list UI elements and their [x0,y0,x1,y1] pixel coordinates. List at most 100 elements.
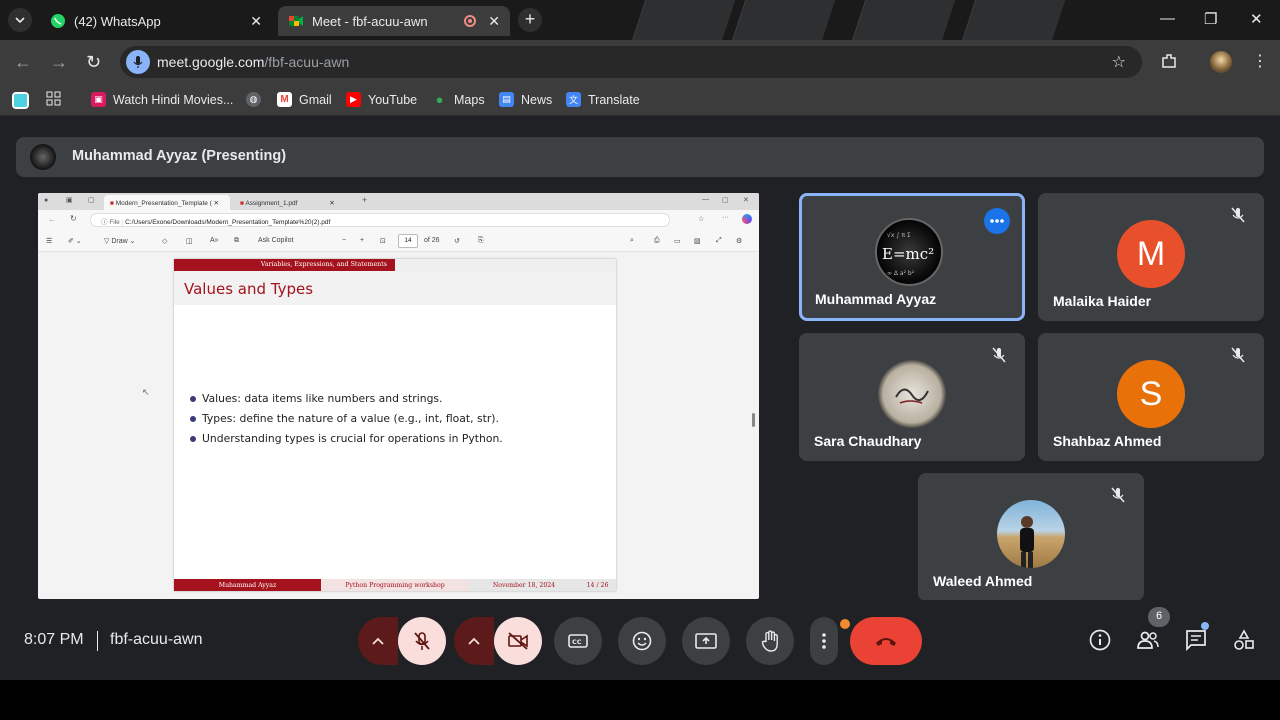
reload-icon[interactable]: ↻ [86,52,101,72]
call-end-icon [876,638,896,646]
present-screen-button[interactable] [682,617,730,665]
mic-off-icon [1228,205,1248,225]
participant-name: Sara Chaudhary [814,433,922,449]
bookmark-star-icon[interactable]: ☆ [1112,52,1126,72]
apps-grid-icon[interactable] [46,91,62,110]
profile-avatar[interactable] [1210,51,1232,73]
new-tab-button[interactable]: + [518,8,542,32]
clock: 8:07 PM [24,631,84,648]
minimize-icon[interactable]: — [1160,10,1175,27]
participant-tile-muhammad-ayyaz[interactable]: E=mc² √x ∫ π Σ ∞ Δ a² b² Muhammad Ayyaz [799,193,1025,321]
page-view-icon: ◫ [186,238,193,245]
tab-actions-icon: ▢ [88,197,95,204]
activities-button[interactable] [1224,620,1264,660]
back-arrow-icon[interactable]: ← [14,52,32,72]
app-icon[interactable] [12,92,29,109]
close-icon[interactable]: ✕ [488,13,500,30]
pdf-toolbar: ☰ ✐ ⌄ ▽ Draw ⌄ ◇ ◫ A» ⧉ Ask Copilot − + … [38,230,759,252]
bookmark-news[interactable]: ▤ News [499,92,552,107]
close-icon[interactable]: ✕ [250,13,262,30]
shared-address-box: ⓘ File | C:/Users/Exone/Downloads/Modern… [90,213,670,227]
globe-icon: ◍ [246,92,261,107]
bookmarks-bar: ▣ Watch Hindi Movies... ◍ M Gmail ▶ YouTube… [0,84,1280,116]
bookmark-maps[interactable]: ● Maps [432,92,485,107]
background-pattern [732,0,838,40]
leave-call-button[interactable] [850,617,922,665]
chevron-down-icon [15,17,25,23]
slide-title: Values and Types [184,280,314,298]
slide-section: Variables, Expressions, and Statements [174,259,395,271]
calligraphy-art [895,388,929,404]
participant-name: Muhammad Ayyaz [815,291,937,307]
chevron-up-icon [468,637,480,645]
more-options-button[interactable] [984,208,1010,234]
maps-icon: ● [435,92,444,107]
forward-arrow-icon[interactable]: → [50,52,68,72]
video-settings-button[interactable] [454,617,494,665]
whatsapp-icon [50,13,66,29]
shared-screen: ● ▣ ▢ ■ Modern_Presentation_Template ( ✕… [38,193,759,599]
participant-tile-sara-chaudhary[interactable]: Sara Chaudhary [799,333,1025,461]
slide-bullet: Types: define the nature of a value (e.g… [190,412,499,425]
audio-settings-button[interactable] [358,617,398,665]
tab-meet[interactable]: Meet - fbf-acuu-awn ✕ [278,6,510,36]
bookmark-translate[interactable]: 文 Translate [566,92,640,107]
reactions-button[interactable] [618,617,666,665]
more-vert-icon [822,633,826,649]
bookmark-label: YouTube [368,92,418,107]
footer-author: Muhammad Ayyaz [174,579,321,591]
mouse-cursor-icon: ↖ [142,387,150,397]
bookmark-gmail[interactable]: M Gmail [277,92,332,107]
shared-tab-presentation: ■ Modern_Presentation_Template ( ✕ [104,195,230,210]
close-window-icon[interactable]: ✕ [1250,10,1263,28]
svg-text:√x ∫ π Σ: √x ∫ π Σ [887,232,911,239]
minimize-icon: — [702,196,709,203]
highlight-icon: ✐ ⌄ [68,238,82,245]
browser-tab-strip: (42) WhatsApp ✕ Meet - fbf-acuu-awn ✕ + … [0,0,1280,40]
address-bar[interactable]: meet.google.com/fbf-acuu-awn ☆ [120,46,1142,78]
chat-button[interactable] [1176,620,1216,660]
restore-icon[interactable]: ❐ [1204,10,1217,28]
chevron-up-icon [372,637,384,645]
print-icon: ⎙ [654,237,660,244]
slide-bullet: Values: data items like numbers and stri… [189,392,443,405]
hand-icon [761,630,778,652]
participant-tile-waleed-ahmed[interactable]: Waleed Ahmed [918,473,1144,601]
participant-tile-shahbaz-ahmed[interactable]: S Shahbaz Ahmed [1038,333,1264,461]
zoom-out-icon: − [342,237,347,244]
more-options-button[interactable] [810,617,838,665]
mic-permission-icon[interactable] [126,50,150,74]
mic-toggle-button[interactable] [398,617,446,665]
meet-icon [288,13,304,29]
more-vert-icon[interactable]: ⋮ [1252,51,1268,71]
presenter-label: Muhammad Ayyaz (Presenting) [72,148,287,164]
participant-tile-malaika-haider[interactable]: M Malaika Haider [1038,193,1264,321]
emoji-icon [632,631,652,651]
extensions-icon[interactable] [1160,52,1178,75]
background-pattern [632,0,738,40]
shared-address-row: ← ↻ ⓘ File | C:/Users/Exone/Downloads/Mo… [38,210,759,230]
chat-icon [1186,630,1206,651]
bookmark-label: Watch Hindi Movies... [113,92,234,107]
tab-title: Meet - fbf-acuu-awn [312,13,428,29]
tab-whatsapp[interactable]: (42) WhatsApp ✕ [40,6,272,36]
more-horiz-icon [990,219,1004,223]
people-button[interactable] [1128,620,1168,660]
bookmark-watch-hindi[interactable]: ▣ Watch Hindi Movies... [91,92,233,107]
tab-search-button[interactable] [8,8,32,32]
initial-avatar: S [1117,360,1185,428]
favorites-icon: ☆ [698,216,705,223]
meeting-details-button[interactable] [1080,620,1120,660]
page-total: of 26 [424,237,440,244]
svg-text:∞ Δ a² b²: ∞ Δ a² b² [887,270,915,277]
bookmark-globe[interactable]: ◍ [246,92,268,107]
recording-icon [464,15,477,27]
contents-icon: ☰ [46,238,53,245]
slide-bullet: Understanding types is crucial for opera… [190,432,503,445]
raise-hand-button[interactable] [746,617,794,665]
bookmark-youtube[interactable]: ▶ YouTube [346,92,417,107]
settings-icon: ⚙ [736,238,743,245]
camera-toggle-button[interactable] [494,617,542,665]
profile-icon: ● [44,197,49,204]
captions-button[interactable]: CC [554,617,602,665]
